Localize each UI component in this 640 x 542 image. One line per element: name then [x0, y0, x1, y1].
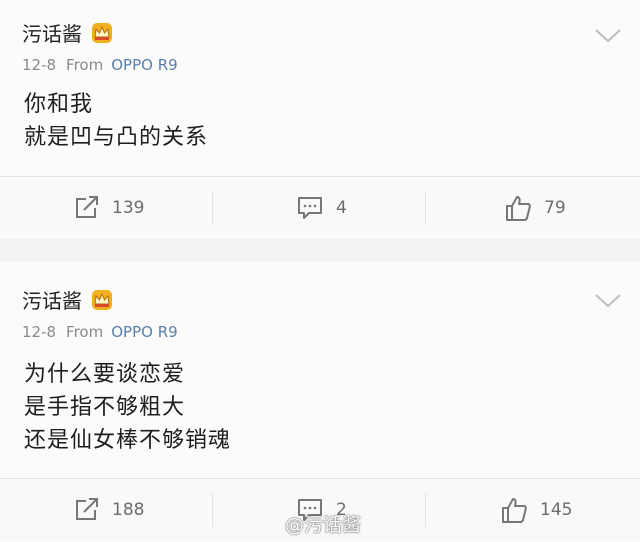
post-author-row: 污话酱: [22, 18, 114, 47]
source-device-link[interactable]: OPPO R9: [111, 323, 177, 341]
crown-badge-icon: [92, 289, 112, 310]
post-author-row: 污话酱: [22, 285, 114, 314]
weibo-post-2: 污话酱 12-8 From OPPO R9 为什么要谈恋爱 是手指不够粗大 还是仙女…: [0, 261, 640, 542]
post-line: 还是仙女棒不够销魂: [24, 428, 232, 453]
comment-icon: [298, 197, 322, 219]
comment-count: 4: [336, 198, 347, 218]
like-button[interactable]: 145: [500, 479, 572, 541]
from-label: From: [66, 56, 104, 74]
post-line: 你和我: [24, 92, 94, 117]
from-label: From: [66, 323, 104, 341]
comment-button[interactable]: 4: [296, 177, 347, 239]
post-line: 是手指不够粗大: [24, 395, 186, 420]
source-device-link[interactable]: OPPO R9: [111, 56, 177, 74]
post-line: 为什么要谈恋爱: [24, 362, 186, 387]
divider: [425, 191, 426, 225]
post-action-bar: 139 4 79: [0, 176, 640, 239]
thumbs-up-icon: [506, 196, 531, 221]
post-date: 12-8: [22, 56, 57, 74]
like-count: 79: [544, 198, 566, 218]
post-date: 12-8: [22, 323, 57, 341]
thumbs-up-icon: [502, 498, 527, 523]
post-meta: 12-8 From OPPO R9: [22, 323, 178, 341]
crown-badge-icon: [92, 22, 112, 43]
repost-button[interactable]: 188: [74, 479, 144, 541]
watermark: @污话酱: [285, 514, 362, 536]
post-line: 就是凹与凸的关系: [24, 125, 209, 150]
repost-icon: [76, 196, 98, 218]
repost-icon: [76, 498, 98, 520]
repost-count: 139: [112, 198, 145, 218]
repost-count: 188: [112, 500, 145, 520]
repost-button[interactable]: 139: [74, 177, 144, 239]
post-content: 你和我 就是凹与凸的关系: [24, 88, 208, 154]
chevron-down-icon[interactable]: [594, 28, 622, 44]
divider: [212, 493, 213, 527]
like-count: 145: [540, 500, 573, 520]
divider: [212, 191, 213, 225]
weibo-post-1: 污话酱 12-8 From OPPO R9 你和我 就是凹与凸的关系 139 4…: [0, 0, 640, 239]
author-name[interactable]: 污话酱: [22, 18, 82, 47]
post-content: 为什么要谈恋爱 是手指不够粗大 还是仙女棒不够销魂: [24, 358, 231, 457]
like-button[interactable]: 79: [504, 177, 566, 239]
author-name[interactable]: 污话酱: [22, 285, 82, 314]
chevron-down-icon[interactable]: [594, 293, 622, 309]
post-meta: 12-8 From OPPO R9: [22, 56, 178, 74]
divider: [425, 493, 426, 527]
